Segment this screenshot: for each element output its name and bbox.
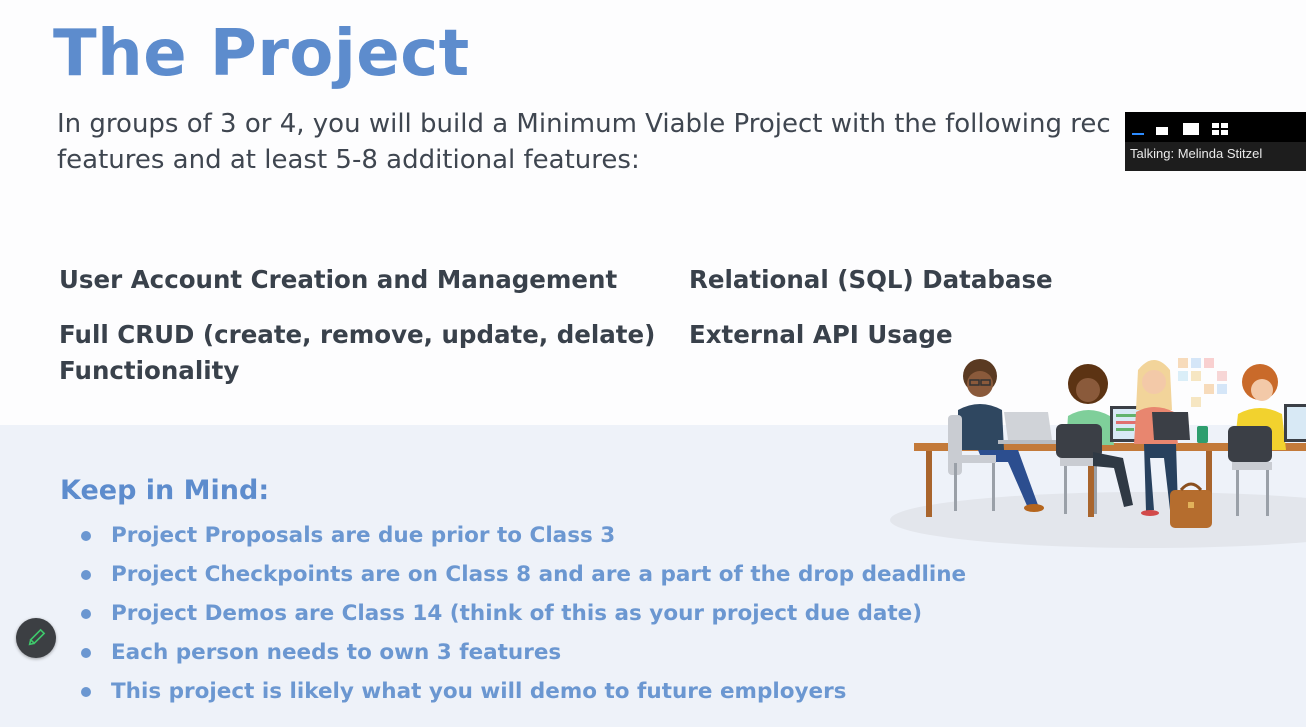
requirement-user-accounts: User Account Creation and Management <box>59 265 618 294</box>
bullet-dot <box>81 531 91 541</box>
annotate-button[interactable] <box>16 618 56 658</box>
active-speaker-panel[interactable]: Talking: Melinda Stitzel <box>1125 112 1306 171</box>
gallery-view-icon[interactable] <box>1212 120 1228 139</box>
presentation-slide: The Project In groups of 3 or 4, you wil… <box>0 0 1306 727</box>
list-item-text: Project Proposals are due prior to Class… <box>111 523 616 548</box>
bullet-dot <box>81 570 91 580</box>
requirement-crud-line-2: Functionality <box>59 356 240 385</box>
pencil-icon <box>28 628 46 646</box>
team-illustration <box>890 358 1306 548</box>
minimize-view-icon[interactable] <box>1132 120 1144 139</box>
list-item-text: Project Checkpoints are on Class 8 and a… <box>111 562 967 587</box>
person-red-hair <box>1228 364 1286 516</box>
small-view-icon[interactable] <box>1156 120 1168 139</box>
intro-paragraph: In groups of 3 or 4, you will build a Mi… <box>57 106 1306 178</box>
slide-title: The Project <box>53 17 470 91</box>
bullet-dot <box>81 687 91 697</box>
medium-view-icon[interactable] <box>1183 120 1199 139</box>
list-item-text: Project Demos are Class 14 (think of thi… <box>111 601 923 626</box>
talking-indicator: Talking: Melinda Stitzel <box>1130 146 1263 161</box>
intro-line-2: features and at least 5-8 additional fea… <box>57 145 640 175</box>
intro-line-1: In groups of 3 or 4, you will build a Mi… <box>57 109 1111 139</box>
bullet-dot <box>81 648 91 658</box>
requirement-crud-line-1: Full CRUD (create, remove, update, delat… <box>59 320 656 349</box>
view-toolbar <box>1125 112 1306 142</box>
sticky-notes <box>1178 358 1227 407</box>
bullet-dot <box>81 609 91 619</box>
requirement-sql-database: Relational (SQL) Database <box>689 265 1053 294</box>
keep-in-mind-heading: Keep in Mind: <box>60 475 270 506</box>
list-item-text: This project is likely what you will dem… <box>111 679 847 704</box>
list-item-text: Each person needs to own 3 features <box>111 640 562 665</box>
